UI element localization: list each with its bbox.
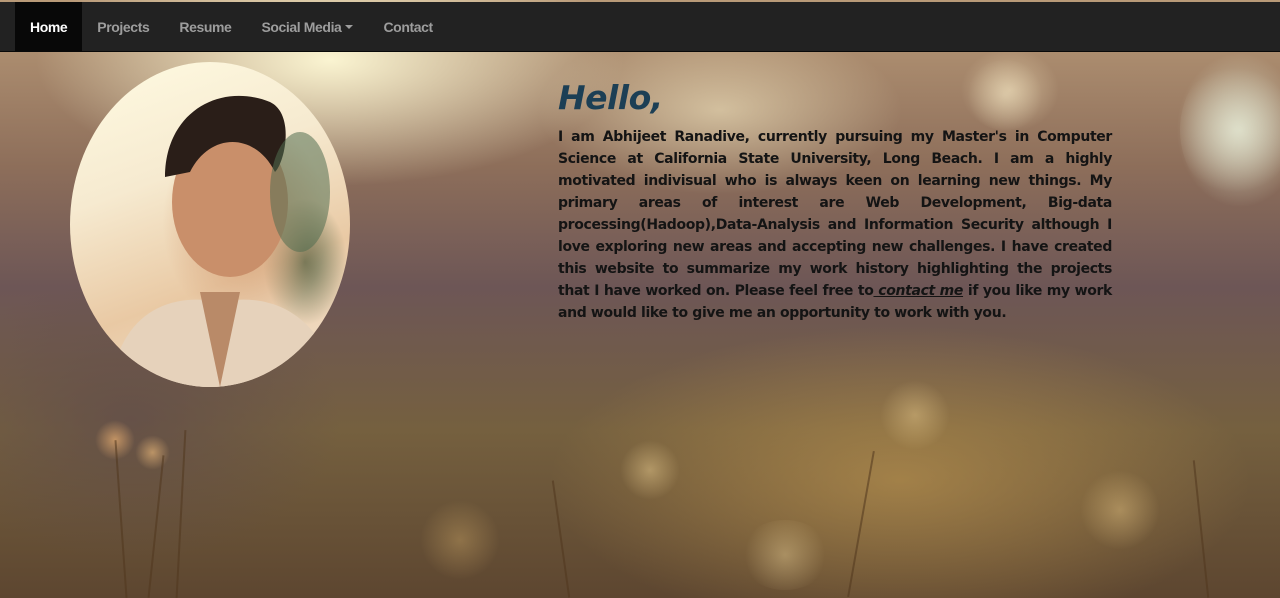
- nav-social-media-label: Social Media: [261, 19, 342, 35]
- intro-text: I am Abhijeet Ranadive, currently pursui…: [558, 129, 1112, 299]
- nav-social-media-dropdown[interactable]: Social Media: [246, 2, 368, 52]
- nav-home[interactable]: Home: [15, 2, 83, 52]
- greeting-heading: Hello,: [558, 78, 663, 117]
- nav-menu: Home Projects Resume Social Media Contac…: [15, 2, 448, 52]
- caret-down-icon: [345, 25, 354, 29]
- nav-resume[interactable]: Resume: [164, 2, 246, 52]
- nav-projects[interactable]: Projects: [82, 2, 164, 52]
- top-navbar: Home Projects Resume Social Media Contac…: [0, 2, 1280, 52]
- contact-me-link[interactable]: contact me: [873, 283, 963, 299]
- page: Hello, I am Abhijeet Ranadive, currently…: [0, 0, 1280, 598]
- intro-paragraph: I am Abhijeet Ranadive, currently pursui…: [558, 126, 1112, 324]
- nav-contact[interactable]: Contact: [368, 2, 447, 52]
- profile-photo: [70, 62, 350, 387]
- portrait-illustration: [110, 95, 340, 387]
